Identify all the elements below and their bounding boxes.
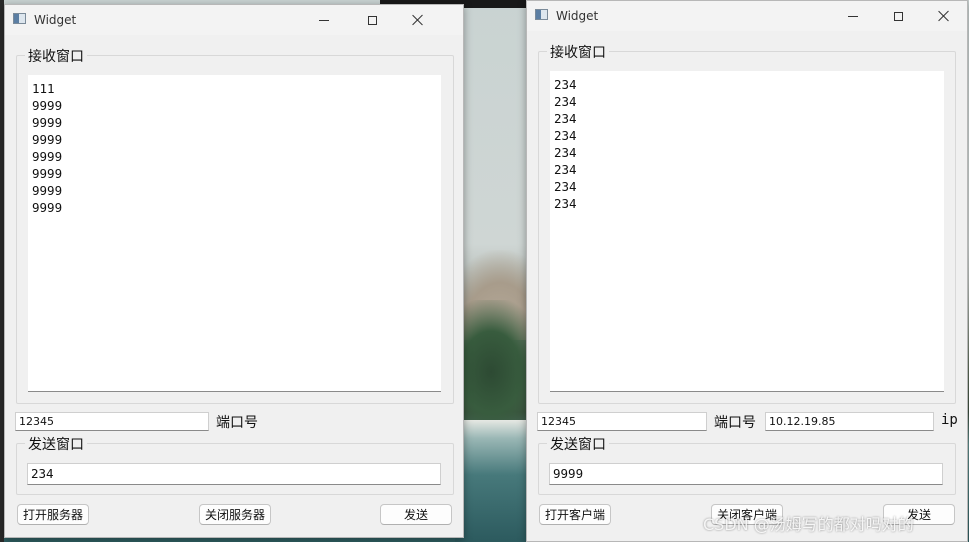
close-icon: [938, 10, 950, 22]
client-window: Widget 接收窗口 234 234 234 234 234 234 234 234 123…: [526, 0, 968, 542]
minimize-icon: [848, 15, 858, 17]
port-input[interactable]: 12345: [537, 412, 707, 431]
server-titlebar[interactable]: Widget: [5, 5, 463, 35]
received-line: 9999: [32, 132, 63, 147]
minimize-button[interactable]: [301, 5, 347, 35]
maximize-button[interactable]: [349, 5, 395, 35]
ip-input[interactable]: 10.12.19.85: [765, 412, 934, 431]
close-icon: [412, 14, 424, 26]
received-line: 9999: [32, 149, 63, 164]
received-line: 9999: [32, 183, 63, 198]
received-line: 111: [32, 81, 55, 96]
server-window: Widget 接收窗口 111 9999 9999 9999 9999 9999 9999 9…: [4, 4, 464, 538]
received-line: 234: [554, 196, 577, 211]
port-label: 端口号: [714, 415, 756, 431]
send-input[interactable]: 234: [27, 463, 441, 485]
received-line: 234: [554, 179, 577, 194]
maximize-button[interactable]: [875, 1, 921, 31]
close-button[interactable]: [395, 5, 441, 35]
maximize-icon: [367, 15, 377, 25]
maximize-icon: [893, 11, 903, 21]
minimize-button[interactable]: [830, 1, 876, 31]
received-line: 9999: [32, 98, 63, 113]
received-line: 9999: [32, 115, 63, 130]
client-titlebar[interactable]: Widget: [527, 1, 967, 31]
received-line: 234: [554, 128, 577, 143]
send-button[interactable]: 发送: [380, 504, 452, 525]
receive-group-title: 接收窗口: [547, 42, 609, 62]
received-line: 234: [554, 77, 577, 92]
close-button[interactable]: [921, 1, 967, 31]
port-label: 端口号: [216, 415, 258, 431]
receive-text-area[interactable]: 234 234 234 234 234 234 234 234: [550, 71, 944, 392]
received-line: 9999: [32, 200, 63, 215]
received-line: 234: [554, 94, 577, 109]
close-server-button[interactable]: 关闭服务器: [199, 504, 271, 525]
window-title: Widget: [34, 13, 77, 27]
send-input[interactable]: 9999: [549, 463, 943, 485]
port-input[interactable]: 12345: [15, 412, 209, 431]
received-line: 234: [554, 145, 577, 160]
ip-label: ip: [941, 412, 958, 428]
received-line: 234: [554, 111, 577, 126]
receive-text-area[interactable]: 111 9999 9999 9999 9999 9999 9999 9999: [28, 75, 441, 392]
send-group-title: 发送窗口: [547, 434, 609, 454]
csdn-watermark: CSDN @汤姆写的都对吗对的: [703, 515, 914, 534]
open-client-button[interactable]: 打开客户端: [539, 504, 611, 525]
app-window-icon: [535, 9, 548, 20]
app-window-icon: [13, 13, 26, 24]
open-server-button[interactable]: 打开服务器: [17, 504, 89, 525]
window-title: Widget: [556, 9, 599, 23]
receive-group-title: 接收窗口: [25, 46, 87, 66]
received-line: 234: [554, 162, 577, 177]
received-line: 9999: [32, 166, 63, 181]
send-group-title: 发送窗口: [25, 434, 87, 454]
minimize-icon: [319, 19, 329, 21]
